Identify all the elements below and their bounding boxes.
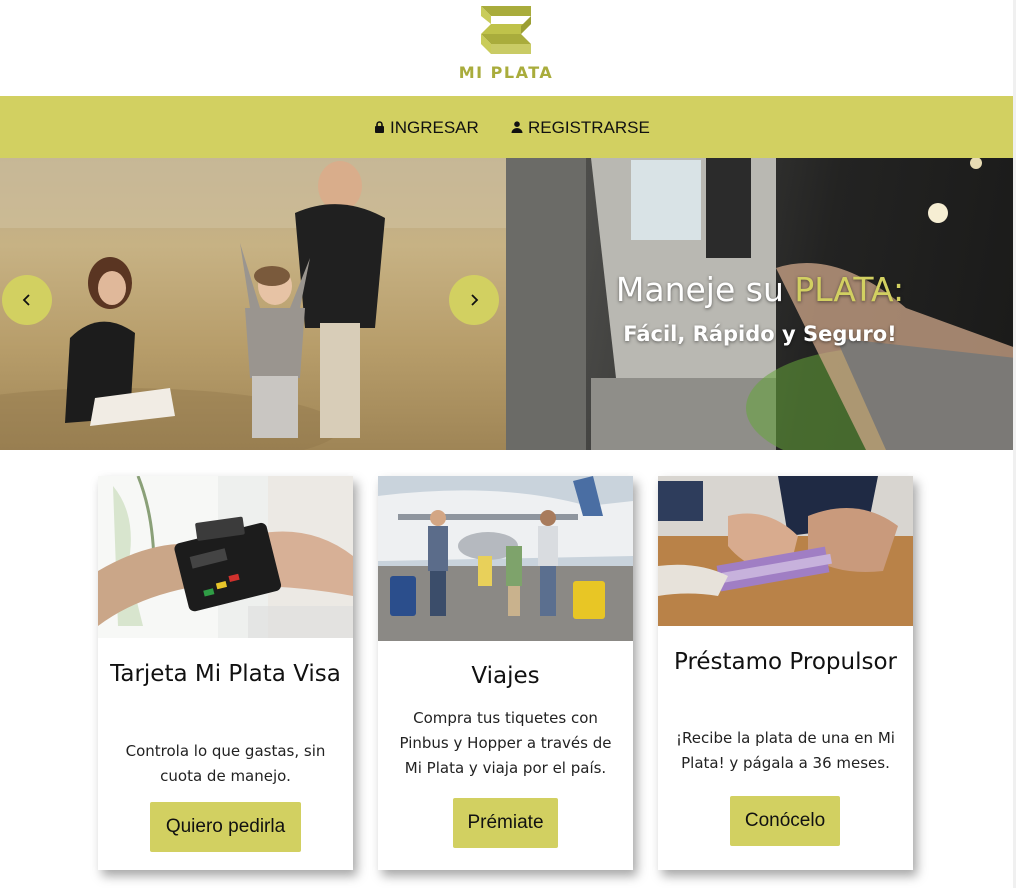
header: MI PLATA	[0, 0, 1016, 96]
hero-title-accent: PLATA:	[794, 270, 905, 309]
card-payment-terminal-photo	[98, 476, 353, 638]
login-label: INGRESAR	[390, 118, 479, 137]
login-link[interactable]: INGRESAR	[374, 118, 479, 138]
register-label: REGISTRARSE	[528, 118, 650, 137]
money-handover-photo	[658, 476, 913, 626]
top-nav: INGRESAR REGISTRARSE	[0, 96, 1016, 158]
prev-slide-button[interactable]	[2, 275, 52, 325]
register-link[interactable]: REGISTRARSE	[511, 118, 650, 138]
card-description: Compra tus tiquetes con Pinbus y Hopper …	[399, 709, 612, 777]
next-slide-button[interactable]	[449, 275, 499, 325]
hero-title: Maneje su PLATA:	[560, 270, 960, 309]
card-title: Tarjeta Mi Plata Visa	[110, 661, 341, 687]
card-title: Préstamo Propulsor	[673, 649, 897, 675]
family-outdoors-photo	[0, 158, 506, 450]
card-prestamo-propulsor: Préstamo Propulsor ¡Recibe la plata de u…	[658, 476, 913, 870]
premiate-button[interactable]: Prémiate	[453, 798, 558, 848]
card-tarjeta-visa: Tarjeta Mi Plata Visa Controla lo que ga…	[98, 476, 353, 870]
user-icon	[511, 118, 523, 138]
brand-name: MI PLATA	[458, 63, 554, 82]
card-viajes: Viajes Compra tus tiquetes con Pinbus y …	[378, 476, 633, 870]
hero-slider: Maneje su PLATA: Fácil, Rápido y Seguro!	[0, 158, 1016, 450]
card-description: Controla lo que gastas, sin cuota de man…	[125, 742, 326, 785]
hero-subtitle: Fácil, Rápido y Seguro!	[623, 322, 897, 346]
hero-title-prefix: Maneje su	[615, 270, 795, 309]
chevron-left-icon	[22, 294, 30, 306]
conocelo-button[interactable]: Conócelo	[730, 796, 840, 846]
lock-icon	[374, 118, 385, 138]
family-airport-photo	[378, 476, 633, 641]
quiero-pedirla-button[interactable]: Quiero pedirla	[150, 802, 301, 852]
mi-plata-logo-icon[interactable]	[477, 4, 535, 58]
card-description: ¡Recibe la plata de una en Mi Plata! y p…	[676, 729, 895, 772]
card-title: Viajes	[471, 663, 540, 689]
chevron-right-icon	[471, 294, 479, 306]
